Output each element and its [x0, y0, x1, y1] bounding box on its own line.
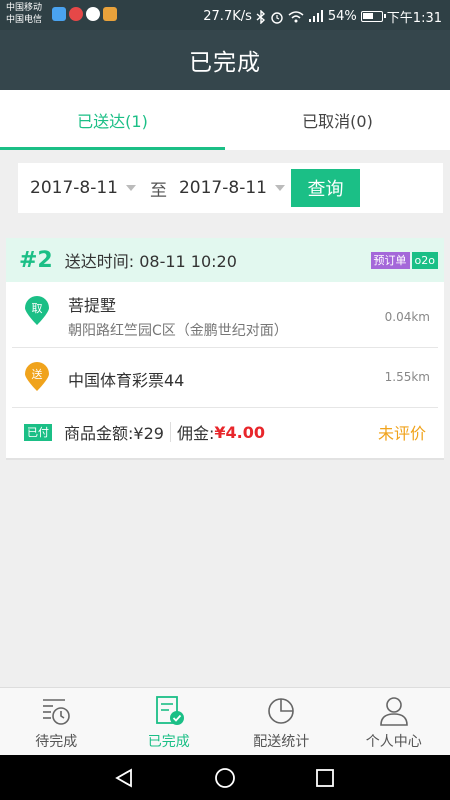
- pickup-pin-label: 取: [31, 302, 43, 315]
- rating-status[interactable]: 未评价: [378, 420, 426, 444]
- date-filter: 2017-8-11 至 2017-8-11 查询: [18, 163, 443, 213]
- pending-list-icon: [43, 699, 71, 725]
- order-card[interactable]: #2 送达时间: 08-11 10:20 预订单 o2o 取 菩提墅 朝阳路红竺…: [6, 238, 444, 460]
- bluetooth-icon: [256, 9, 265, 24]
- carrier-1: 中国移动: [6, 3, 43, 13]
- battery-percent: 54%: [327, 9, 357, 24]
- completed-doc-icon: [155, 696, 184, 725]
- person-icon: [379, 697, 408, 726]
- signal-icon: [308, 10, 323, 22]
- order-badges: 预订单 o2o: [370, 252, 438, 269]
- nav-profile-label: 个人中心: [365, 734, 422, 750]
- divider: [169, 422, 171, 442]
- dropoff-pin-icon: 送: [24, 362, 50, 392]
- tab-bar: 已送达(1) 已取消(0): [0, 90, 450, 150]
- status-bar: 中国移动 中国电信 27.7K/s 54% 下午1:31: [0, 0, 450, 30]
- nav-pending[interactable]: 待完成: [0, 688, 113, 755]
- weibo-app-icon: [69, 7, 83, 21]
- pickup-name: 菩提墅: [68, 296, 117, 315]
- dropoff-pin-label: 送: [31, 368, 43, 381]
- date-range-separator: 至: [149, 180, 167, 201]
- nav-completed-label: 已完成: [147, 734, 190, 750]
- battery-icon: [360, 11, 386, 22]
- paid-badge: 已付: [24, 423, 52, 441]
- start-date-value: 2017-8-11: [30, 178, 118, 198]
- alarm-icon: [271, 11, 283, 24]
- recents-square-icon[interactable]: [314, 767, 336, 789]
- tab-delivered[interactable]: 已送达(1): [0, 90, 225, 150]
- delivery-time: 送达时间: 08-11 10:20: [64, 252, 237, 271]
- nav-pending-label: 待完成: [35, 734, 78, 750]
- pie-chart-icon: [268, 698, 295, 724]
- dropoff-name: 中国体育彩票44: [68, 371, 185, 390]
- pickup-stop[interactable]: 取 菩提墅 朝阳路红竺园C区（金鹏世纪对面） 0.04km: [12, 282, 438, 348]
- video-app-icon: [52, 7, 66, 21]
- carrier-2: 中国电信: [6, 15, 43, 25]
- goods-amount: 商品金额:¥29: [64, 424, 164, 443]
- pickup-distance: 0.04km: [384, 310, 430, 324]
- status-right: 27.7K/s 54% 下午1:31: [203, 7, 442, 26]
- system-nav-bar: [0, 755, 450, 800]
- end-date-value: 2017-8-11: [178, 178, 267, 198]
- shield-app-icon: [86, 7, 100, 21]
- page-title: 已完成: [0, 30, 450, 90]
- preorder-badge: 预订单: [370, 252, 410, 269]
- nav-stats-label: 配送统计: [253, 734, 310, 750]
- nav-profile[interactable]: 个人中心: [338, 688, 450, 755]
- nav-stats[interactable]: 配送统计: [225, 688, 338, 755]
- commission-value: ¥4.00: [214, 422, 265, 442]
- end-date-select[interactable]: 2017-8-11: [179, 178, 285, 198]
- network-speed: 27.7K/s: [203, 9, 252, 24]
- pickup-pin-icon: 取: [24, 296, 50, 326]
- back-triangle-icon[interactable]: [113, 767, 135, 789]
- home-circle-icon[interactable]: [214, 767, 236, 789]
- start-date-select[interactable]: 2017-8-11: [30, 178, 136, 198]
- commission-label: 佣金:: [176, 424, 215, 443]
- bottom-nav: 待完成 已完成 配送统计 个人中心: [0, 687, 450, 755]
- order-number: #2: [19, 247, 53, 273]
- notification-icons: [52, 7, 117, 21]
- chevron-down-icon: [125, 185, 136, 191]
- carrier-info: 中国移动 中国电信: [6, 2, 42, 26]
- dropoff-stop[interactable]: 送 中国体育彩票44 1.55km: [12, 348, 438, 408]
- wifi-icon: [288, 11, 304, 23]
- tab-cancelled[interactable]: 已取消(0): [225, 90, 450, 150]
- order-summary: 已付 商品金额:¥29 佣金: ¥4.00 未评价: [6, 408, 444, 456]
- o2o-badge: o2o: [411, 252, 438, 269]
- query-button[interactable]: 查询: [290, 169, 360, 207]
- nav-completed[interactable]: 已完成: [113, 688, 226, 755]
- news-app-icon: [103, 7, 117, 21]
- clock: 下午1:31: [386, 11, 442, 26]
- dropoff-distance: 1.55km: [384, 370, 430, 384]
- pickup-address: 朝阳路红竺园C区（金鹏世纪对面）: [68, 323, 288, 339]
- chevron-down-icon: [274, 185, 285, 191]
- order-header: #2 送达时间: 08-11 10:20 预订单 o2o: [6, 238, 444, 282]
